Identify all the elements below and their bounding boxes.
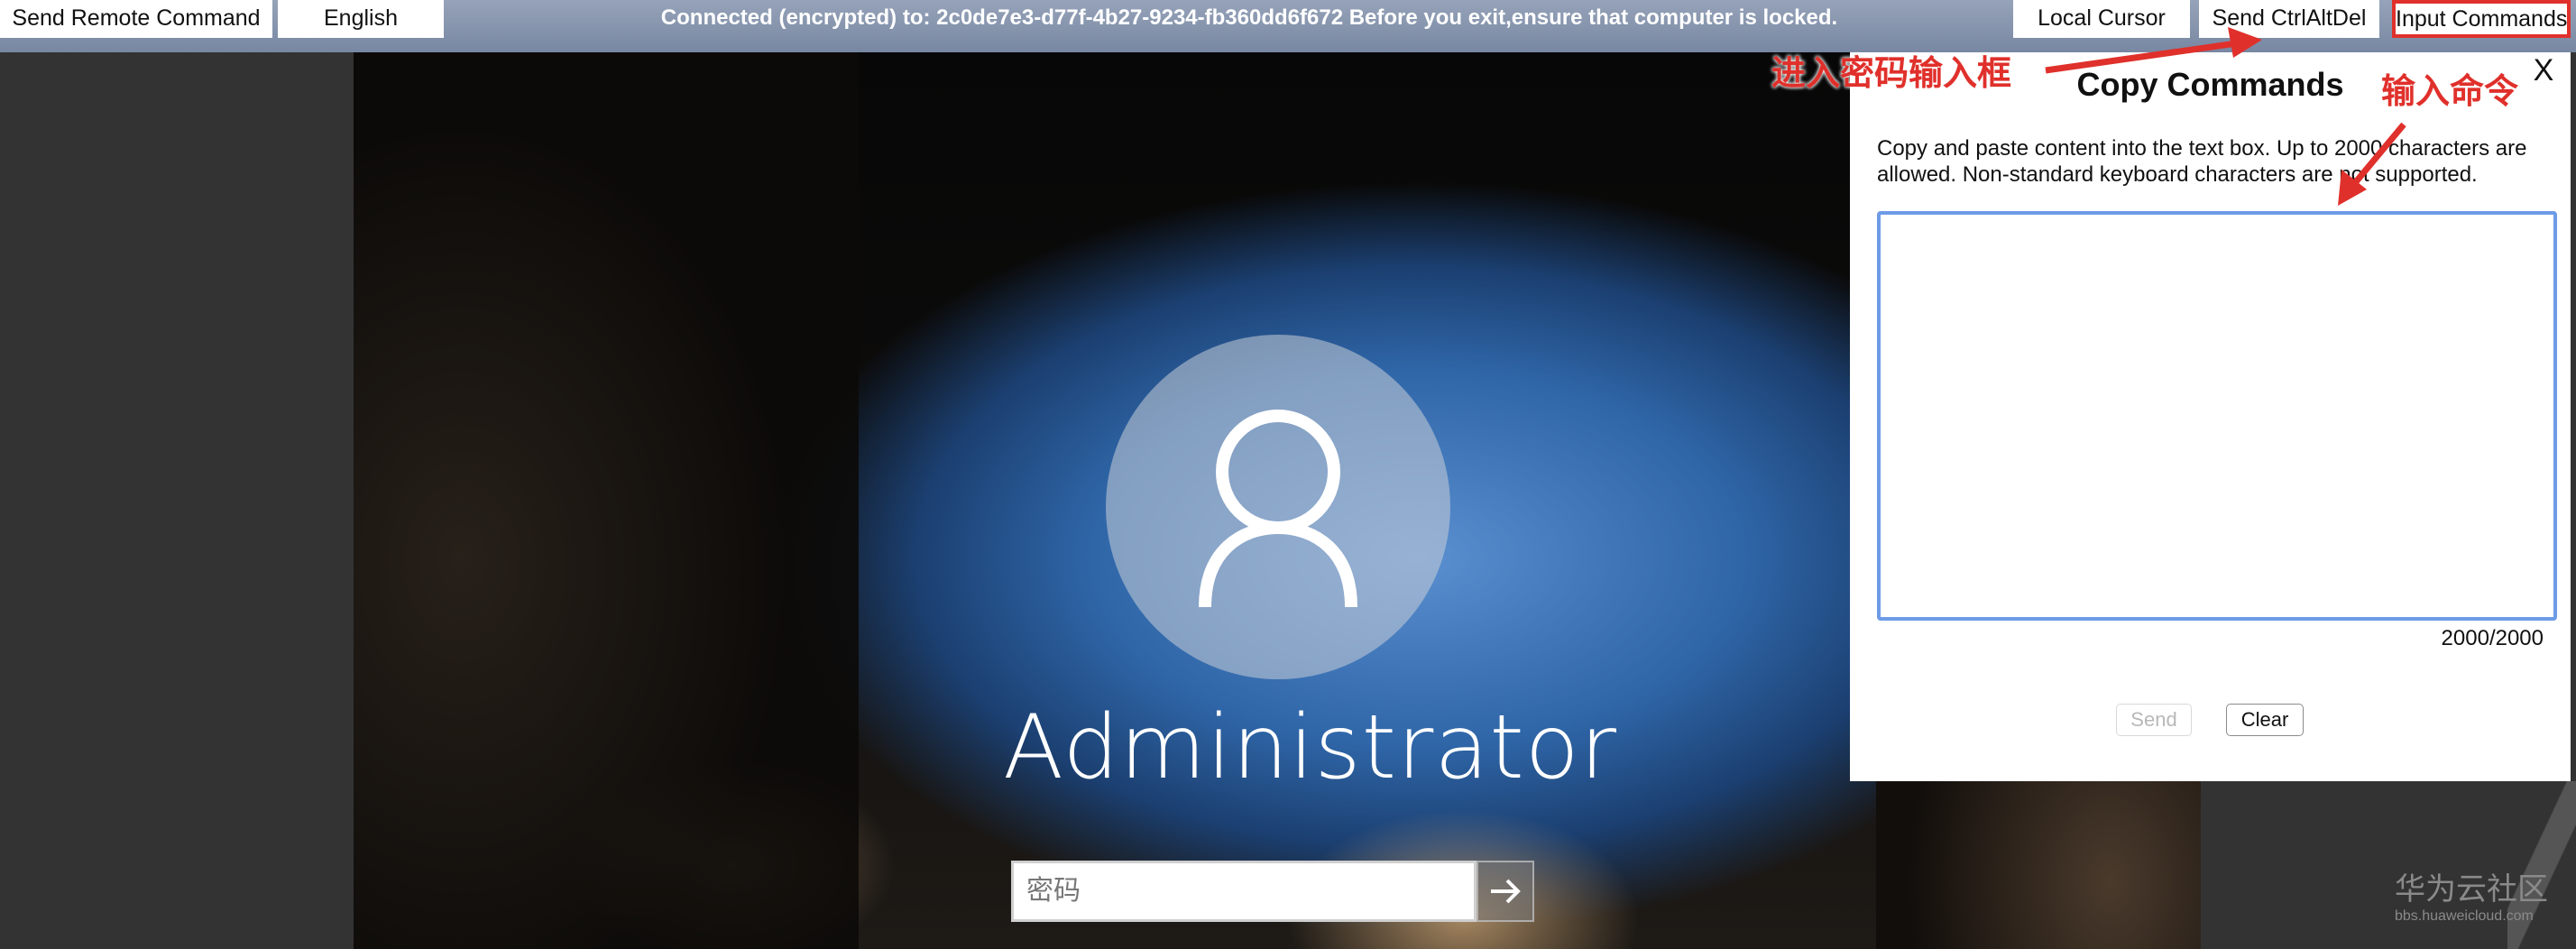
wallpaper-cave-left [354,52,859,949]
watermark-name: 华为云社区 [2395,871,2548,908]
arrow-right-icon [1491,879,1521,904]
character-counter: 2000/2000 [2441,626,2544,650]
watermark: 华为云社区 bbs.huaweicloud.com [2395,871,2566,926]
input-commands-button[interactable]: Input Commands [2392,0,2571,38]
send-button[interactable]: Send [2116,704,2192,736]
watermark-url: bbs.huaweicloud.com [2395,908,2534,924]
toolbar: Send Remote Command English Connected (e… [0,0,2576,52]
send-ctrl-alt-del-button[interactable]: Send CtrlAltDel [2199,0,2379,38]
language-selector[interactable]: English [278,0,444,38]
send-remote-command-button[interactable]: Send Remote Command [0,0,272,38]
user-avatar [1106,335,1450,679]
copy-commands-dialog: X Copy Commands Copy and paste content i… [1850,52,2571,781]
command-textarea[interactable] [1877,211,2557,621]
password-submit-button[interactable] [1477,861,1534,922]
password-row: 密码 [1011,861,1547,922]
user-icon [1199,410,1357,608]
annotation-input-command: 输入命令 [2381,71,2519,111]
dialog-description: Copy and paste content into the text box… [1877,136,2527,187]
login-username: Administrator [1003,696,1618,799]
local-cursor-button[interactable]: Local Cursor [2013,0,2190,38]
clear-button[interactable]: Clear [2226,704,2304,736]
password-input[interactable]: 密码 [1011,861,1477,922]
connection-status: Connected (encrypted) to: 2c0de7e3-d77f-… [660,5,1838,30]
annotation-enter-password-box: 进入密码输入框 [1771,53,2012,93]
